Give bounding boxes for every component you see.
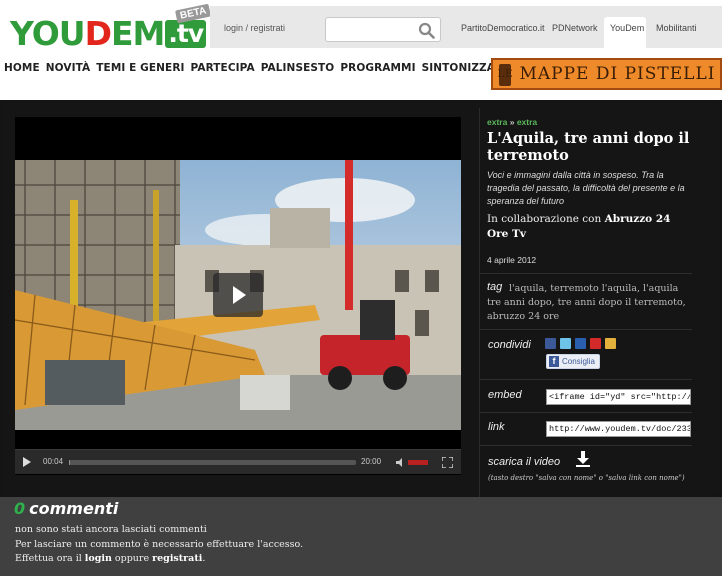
nav-partecipa[interactable]: PARTECIPA <box>191 62 255 74</box>
video-subtitle: Voci e immagini dalla città in sospeso. … <box>487 170 685 206</box>
email-icon[interactable] <box>605 338 616 349</box>
embed-code-field[interactable]: <iframe id="yd" src="http://www.youdem.t… <box>546 389 691 405</box>
divider <box>479 329 692 330</box>
nav-novita[interactable]: NOVITÀ <box>46 62 91 74</box>
logo-d: D <box>84 14 112 53</box>
oknotizie-icon[interactable] <box>590 338 601 349</box>
total-time: 20:00 <box>361 457 382 466</box>
volume-icon[interactable] <box>396 458 405 467</box>
mappe-di-pistelli-banner[interactable]: LE MAPPE DI PISTELLI <box>491 58 722 90</box>
volume-slider[interactable] <box>408 460 428 465</box>
login-prompt-suffix: . <box>202 553 206 564</box>
download-icon[interactable] <box>575 451 591 467</box>
nav-home[interactable]: HOME <box>4 62 40 74</box>
banner-title: MAPPE DI PISTELLI <box>519 64 716 84</box>
comments-count: 0 <box>14 499 26 518</box>
play-icon[interactable] <box>23 457 31 467</box>
banner-small-text: LE <box>497 68 514 80</box>
comments-register-link[interactable]: registrati <box>152 553 202 564</box>
comments-login-link[interactable]: login <box>85 553 112 564</box>
share-label: condividi <box>488 339 531 351</box>
tab-mobilitanti[interactable]: Mobilitanti <box>656 23 697 33</box>
login-prompt-prefix: Effettua ora il <box>15 553 85 564</box>
progress-bar[interactable] <box>69 460 356 465</box>
link-url-field[interactable]: http://www.youdem.tv/doc/233927/ <box>546 421 691 437</box>
tag-list[interactable]: l'aquila, terremoto l'aquila, l'aquila t… <box>487 282 695 324</box>
search-input[interactable] <box>332 22 418 38</box>
nav-programmi[interactable]: PROGRAMMI <box>340 62 415 74</box>
main-nav: HOME NOVITÀ TEMI E GENERI PARTECIPA PALINSES… <box>4 62 511 74</box>
facebook-icon[interactable] <box>545 338 556 349</box>
fullscreen-icon[interactable] <box>442 457 453 468</box>
player-controls: 00:04 20:00 <box>15 449 461 474</box>
breadcrumb-separator: » <box>509 117 515 127</box>
collab-prefix: In collaborazione con <box>487 213 605 225</box>
login-prompt: Effettua ora il login oppure registrati. <box>15 553 205 564</box>
divider <box>479 379 692 380</box>
no-comments-text: non sono stati ancora lasciati commenti <box>15 524 207 535</box>
video-title: L'Aquila, tre anni dopo il terremoto <box>487 130 690 164</box>
download-label[interactable]: scarica il video <box>488 456 560 468</box>
download-hint: (tasto destro "salva con nome" o "salva … <box>488 474 685 482</box>
comments-title: commenti <box>29 499 119 518</box>
breadcrumb: extra » extra <box>487 117 537 127</box>
facebook-recommend-button[interactable]: Consiglia <box>546 354 600 369</box>
search-box[interactable] <box>325 17 441 42</box>
login-prompt-mid: oppure <box>111 553 153 564</box>
divider <box>479 445 692 446</box>
comments-heading: 0 commenti <box>14 499 118 518</box>
delicious-icon[interactable] <box>575 338 586 349</box>
tab-pdnetwork[interactable]: PDNetwork <box>552 23 598 33</box>
tab-partitodemocratico[interactable]: PartitoDemocratico.it <box>461 23 545 33</box>
nav-temi-e-generi[interactable]: TEMI E GENERI <box>96 62 184 74</box>
publish-date: 4 aprile 2012 <box>487 255 537 265</box>
collaboration-note: In collaborazione con Abruzzo 24 Ore Tv <box>487 212 692 242</box>
current-time: 00:04 <box>43 457 64 466</box>
breadcrumb-item[interactable]: extra <box>517 117 537 127</box>
play-overlay-button[interactable] <box>213 273 263 317</box>
divider <box>479 273 692 274</box>
login-required-text: Per lasciare un commento è necessario ef… <box>15 539 304 550</box>
breadcrumb-item[interactable]: extra <box>487 117 507 127</box>
logo-tv: .tv <box>165 20 207 48</box>
search-icon[interactable] <box>418 22 435 39</box>
progress-fill <box>69 460 70 465</box>
divider <box>479 412 692 413</box>
nav-palinsesto[interactable]: PALINSESTO <box>261 62 335 74</box>
login-register-link[interactable]: login / registrati <box>224 23 285 33</box>
embed-label: embed <box>488 389 522 401</box>
logo-you: YOU <box>10 14 86 53</box>
twitter-icon[interactable] <box>560 338 571 349</box>
youdem-logo[interactable]: YOUDEM .tv BETA <box>10 3 212 53</box>
logo-em: EM <box>110 14 165 53</box>
link-label: link <box>488 421 505 433</box>
tab-youdem[interactable]: YouDem <box>610 23 644 33</box>
